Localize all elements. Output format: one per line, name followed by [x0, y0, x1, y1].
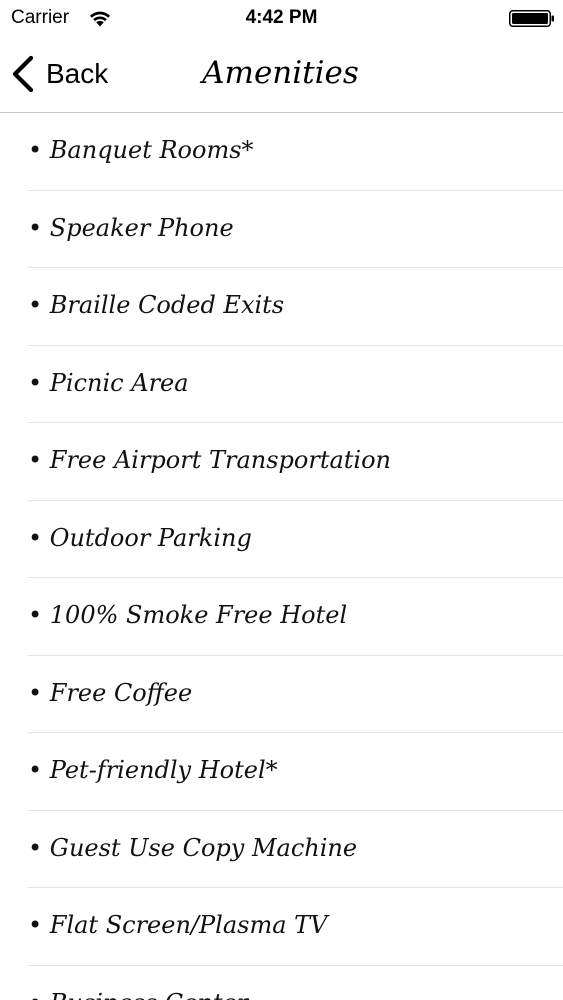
list-item: • 100% Smoke Free Hotel [28, 578, 563, 656]
page-title: Amenities [202, 55, 359, 91]
list-item-label: • Braille Coded Exits [28, 291, 285, 320]
list-item: • Outdoor Parking [28, 501, 563, 578]
list-item-label: • Speaker Phone [28, 213, 234, 242]
list-item-label: • Free Airport Transportation [28, 446, 392, 475]
list-item: • Flat Screen/Plasma TV [28, 888, 563, 966]
list-item-label: • Flat Screen/Plasma TV [28, 911, 328, 940]
list-item-label: • Business Center [28, 988, 248, 1000]
list-item: • Picnic Area [28, 346, 563, 423]
list-item: • Speaker Phone [28, 191, 563, 268]
list-item: • Guest Use Copy Machine [28, 811, 563, 888]
list-item-label: • Outdoor Parking [28, 523, 252, 552]
list-item-label: • Pet-friendly Hotel* [28, 756, 278, 785]
list-item: • Pet-friendly Hotel* [28, 733, 563, 811]
list-item: • Business Center [28, 966, 563, 1000]
list-item: • Braille Coded Exits [28, 268, 563, 346]
list-item: • Free Airport Transportation [28, 423, 563, 501]
list-item-label: • Free Coffee [28, 678, 193, 707]
battery-icon [509, 10, 554, 27]
list-item-label: • Picnic Area [28, 368, 189, 397]
list-item: • Free Coffee [28, 656, 563, 733]
navigation-bar: Back Amenities [0, 36, 563, 113]
clock: 4:42 PM [245, 7, 318, 28]
list-item-label: • Banquet Rooms* [28, 136, 254, 165]
list-item-label: • Guest Use Copy Machine [28, 833, 358, 862]
list-item-label: • 100% Smoke Free Hotel [28, 601, 348, 630]
status-bar: Carrier 4:42 PM [0, 0, 563, 36]
amenities-list: • Banquet Rooms* • Speaker Phone • Brail… [0, 113, 563, 1000]
list-item: • Banquet Rooms* [28, 113, 563, 191]
